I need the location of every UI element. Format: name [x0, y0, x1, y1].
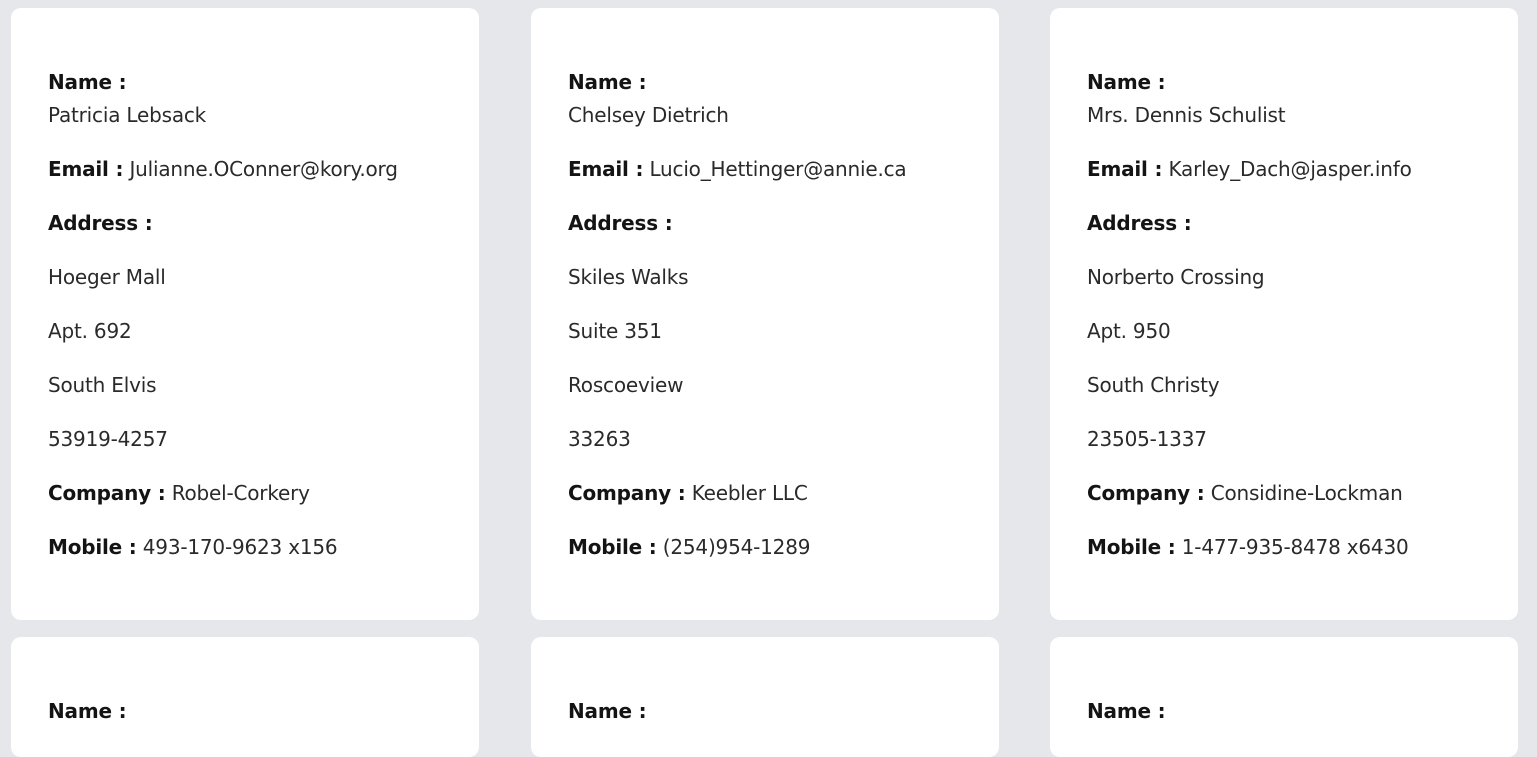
- user-card: Name : Chelsey Dietrich Email : Lucio_He…: [531, 8, 999, 620]
- address-suite: Suite 351: [568, 319, 662, 343]
- address-city: South Christy: [1087, 373, 1220, 397]
- company-label: Company :: [1087, 481, 1205, 505]
- user-company: Considine-Lockman: [1210, 481, 1403, 505]
- address-city: Roscoeview: [568, 373, 684, 397]
- address-label: Address :: [1087, 211, 1192, 235]
- address-street: Skiles Walks: [568, 265, 689, 289]
- user-card: Name :: [11, 637, 479, 757]
- address-street: Hoeger Mall: [48, 265, 166, 289]
- user-email: Lucio_Hettinger@annie.ca: [649, 157, 907, 181]
- address-label: Address :: [48, 211, 153, 235]
- mobile-label: Mobile :: [48, 535, 137, 559]
- name-label: Name :: [48, 70, 127, 94]
- address-zipcode: 33263: [568, 427, 631, 451]
- name-label: Name :: [568, 699, 647, 723]
- user-company: Robel-Corkery: [171, 481, 310, 505]
- user-company: Keebler LLC: [691, 481, 808, 505]
- user-card: Name : Mrs. Dennis Schulist Email : Karl…: [1050, 8, 1518, 620]
- user-mobile: 493-170-9623 x156: [142, 535, 338, 559]
- address-suite: Apt. 950: [1087, 319, 1171, 343]
- user-name: Mrs. Dennis Schulist: [1087, 103, 1286, 127]
- company-label: Company :: [48, 481, 166, 505]
- address-label: Address :: [568, 211, 673, 235]
- address-suite: Apt. 692: [48, 319, 132, 343]
- email-label: Email :: [1087, 157, 1163, 181]
- name-label: Name :: [1087, 699, 1166, 723]
- address-street: Norberto Crossing: [1087, 265, 1265, 289]
- email-label: Email :: [48, 157, 124, 181]
- user-email: Julianne.OConner@kory.org: [129, 157, 398, 181]
- user-mobile: 1-477-935-8478 x6430: [1181, 535, 1409, 559]
- company-label: Company :: [568, 481, 686, 505]
- mobile-label: Mobile :: [568, 535, 657, 559]
- user-card: Name :: [1050, 637, 1518, 757]
- mobile-label: Mobile :: [1087, 535, 1176, 559]
- user-name: Chelsey Dietrich: [568, 103, 729, 127]
- email-label: Email :: [568, 157, 644, 181]
- address-city: South Elvis: [48, 373, 157, 397]
- user-mobile: (254)954-1289: [662, 535, 811, 559]
- address-zipcode: 53919-4257: [48, 427, 168, 451]
- name-label: Name :: [1087, 70, 1166, 94]
- user-card: Name : Patricia Lebsack Email : Julianne…: [11, 8, 479, 620]
- address-zipcode: 23505-1337: [1087, 427, 1207, 451]
- name-label: Name :: [568, 70, 647, 94]
- name-label: Name :: [48, 699, 127, 723]
- user-card: Name :: [531, 637, 999, 757]
- user-email: Karley_Dach@jasper.info: [1168, 157, 1412, 181]
- user-name: Patricia Lebsack: [48, 103, 207, 127]
